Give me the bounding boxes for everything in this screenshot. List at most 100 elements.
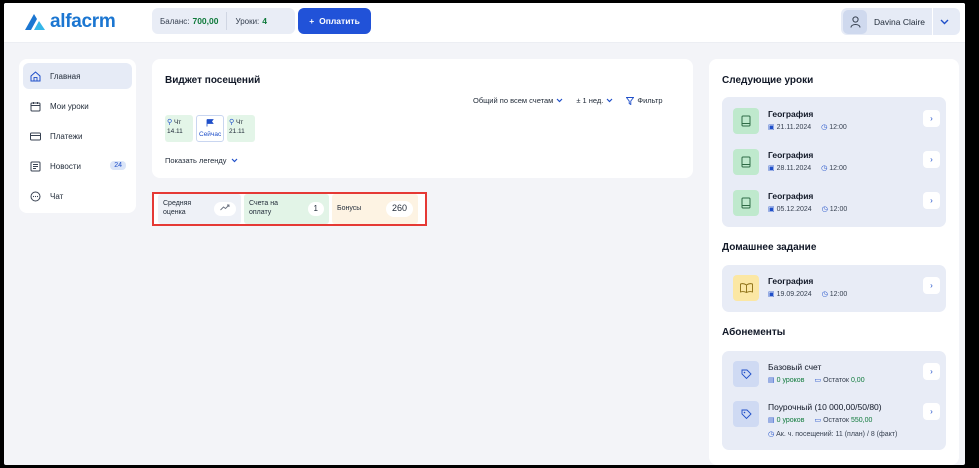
period-dropdown-value: ± 1 нед.	[576, 96, 604, 105]
homework-item[interactable]: География ▣ 19.09.2024 ◷ 12:00 ›	[733, 275, 940, 303]
open-subscription-button[interactable]: ›	[923, 363, 940, 380]
subscriptions-title: Абонементы	[722, 327, 786, 338]
visits-summary: Ак. ч. посещений: 11 (план) / 8 (факт)	[776, 430, 898, 438]
subscription-item[interactable]: Базовый счет ▤ 0 уроков ▭ Остаток 0,00 ›	[733, 361, 940, 389]
user-icon	[850, 15, 860, 28]
period-dropdown[interactable]: ± 1 нед.	[576, 96, 613, 105]
open-lesson-button[interactable]: ›	[923, 110, 940, 127]
invoices-count: 1	[307, 202, 324, 216]
remainder-label: Остаток	[823, 376, 849, 384]
visits-meta: ◷ Ак. ч. посещений: 11 (план) / 8 (факт)	[768, 430, 898, 439]
sidebar-item-home[interactable]: Главная	[23, 63, 132, 89]
average-grade-card[interactable]: Средняя оценка	[158, 194, 241, 224]
user-menu[interactable]: Davina Claire	[841, 8, 960, 35]
invoices-label: Счета на оплату	[249, 200, 278, 218]
lesson-item[interactable]: География ▣ 28.11.2024 ◷ 12:00 ›	[733, 149, 940, 177]
lesson-time: 12:00	[829, 123, 847, 131]
day-cell[interactable]: ⚲ Чт 21.11	[227, 115, 255, 142]
pay-button-label: Оплатить	[319, 16, 360, 26]
lesson-subject: География	[768, 150, 814, 160]
invoices-card[interactable]: Счета на оплату 1	[244, 194, 329, 224]
lesson-date: 28.11.2024	[776, 164, 812, 172]
user-name: Davina Claire	[874, 16, 926, 27]
open-lesson-button[interactable]: ›	[923, 151, 940, 168]
day-date: 14.11	[167, 127, 183, 135]
person-icon: ⚲	[229, 119, 235, 126]
open-lesson-button[interactable]: ›	[923, 192, 940, 209]
stats-row: Средняя оценка Счета на оплату 1 Бонусы …	[152, 192, 427, 226]
next-lessons-title: Следующие уроки	[722, 75, 814, 86]
bonuses-value: 260	[385, 201, 413, 217]
chevron-down-icon	[606, 98, 613, 103]
clock-icon: ◷	[821, 291, 828, 298]
chat-icon	[30, 191, 41, 201]
day-of-week: Чт	[173, 119, 182, 126]
news-icon	[30, 161, 41, 171]
accounts-dropdown[interactable]: Общий по всем счетам	[473, 96, 563, 105]
sidebar-item-news[interactable]: Новости 24	[23, 153, 132, 179]
homework-date: 19.09.2024	[776, 290, 812, 298]
homework-subject: География	[768, 276, 814, 286]
tag-icon	[733, 361, 759, 387]
label-line: Средняя	[163, 200, 192, 208]
sidebar: Главная Мои уроки Платежи Новости 24 Чат	[19, 59, 136, 213]
day-cell-now[interactable]: Сейчас	[196, 115, 224, 142]
bonuses-card[interactable]: Бонусы 260	[332, 194, 418, 224]
calendar-icon: ▣	[768, 291, 775, 298]
book-icon	[733, 149, 759, 175]
filter-button-label: Фильтр	[637, 96, 663, 105]
subscription-lessons: 0 уроков	[776, 416, 805, 424]
sidebar-item-payments[interactable]: Платежи	[23, 123, 132, 149]
lesson-item[interactable]: География ▣ 21.11.2024 ◷ 12:00 ›	[733, 108, 940, 136]
homework-card: География ▣ 19.09.2024 ◷ 12:00 ›	[722, 265, 946, 312]
lesson-item[interactable]: География ▣ 05.12.2024 ◷ 12:00 ›	[733, 190, 940, 218]
clock-icon: ◷	[821, 206, 828, 213]
balance: Баланс: 700,00	[160, 16, 218, 26]
book-icon: ▤	[768, 377, 775, 384]
top-header: alfacrm Баланс: 700,00 Уроки: 4 + Оплати…	[4, 3, 965, 43]
logo[interactable]: alfacrm	[23, 11, 116, 33]
flag-icon	[206, 119, 214, 127]
clock-icon: ◷	[821, 165, 828, 172]
book-icon: ▤	[768, 417, 775, 424]
subscription-name: Базовый счет	[768, 362, 822, 372]
sidebar-item-my-lessons[interactable]: Мои уроки	[23, 93, 132, 119]
book-icon	[733, 108, 759, 134]
right-panel: Следующие уроки География ▣ 21.11.2024 ◷ 1…	[709, 59, 959, 465]
balance-summary: Баланс: 700,00 Уроки: 4	[152, 8, 295, 34]
filter-icon	[626, 96, 635, 105]
show-legend-toggle[interactable]: Показать легенду	[165, 156, 238, 165]
open-homework-button[interactable]: ›	[923, 277, 940, 294]
label-line: оплату	[249, 209, 272, 216]
bonuses-label: Бонусы	[337, 204, 362, 212]
subscription-item[interactable]: Поурочный (10 000,00/50/80) ▤ 0 уроков ▭ О…	[733, 401, 940, 443]
pay-button[interactable]: + Оплатить	[298, 8, 371, 34]
day-of-week: Чт	[235, 119, 244, 126]
average-grade-label: Средняя оценка	[163, 200, 191, 218]
chevron-down-icon[interactable]	[933, 19, 955, 25]
lesson-date: 21.11.2024	[776, 123, 812, 131]
calendar-icon: ▣	[768, 124, 775, 131]
lesson-date: 05.12.2024	[776, 205, 812, 213]
now-label: Сейчас	[199, 130, 222, 138]
homework-meta: ▣ 19.09.2024 ◷ 12:00	[768, 290, 847, 299]
remainder-label: Остаток	[823, 416, 849, 424]
clock-icon: ◷	[768, 431, 775, 438]
sidebar-item-label: Платежи	[50, 131, 83, 141]
lesson-meta: ▣ 21.11.2024 ◷ 12:00	[768, 123, 847, 132]
lessons-label: Уроки:	[235, 16, 260, 26]
day-date: 21.11	[229, 127, 245, 135]
calendar-icon: ▣	[768, 165, 775, 172]
filter-button[interactable]: Фильтр	[626, 96, 663, 105]
open-subscription-button[interactable]: ›	[923, 403, 940, 420]
sidebar-item-chat[interactable]: Чат	[23, 183, 132, 209]
lesson-meta: ▣ 28.11.2024 ◷ 12:00	[768, 164, 847, 173]
plus-icon: +	[309, 16, 315, 26]
remainder-value: 0,00	[850, 376, 865, 384]
sidebar-item-label: Новости	[50, 161, 81, 171]
lesson-time: 12:00	[829, 164, 847, 172]
day-cell[interactable]: ⚲ Чт 14.11	[165, 115, 193, 142]
logo-text: alfacrm	[50, 11, 116, 32]
attendance-widget: Виджет посещений Общий по всем счетам ± …	[152, 59, 693, 178]
card-icon: ▭	[814, 417, 822, 424]
